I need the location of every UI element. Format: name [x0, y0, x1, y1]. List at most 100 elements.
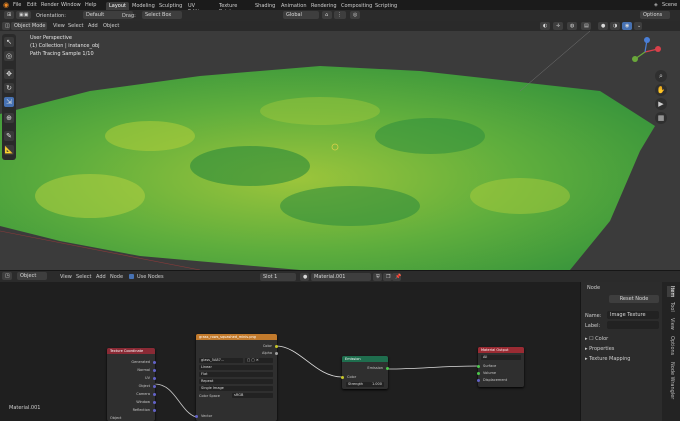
reset-node-button[interactable]: Reset Node	[609, 295, 659, 303]
extension-dropdown[interactable]: Repeat	[199, 379, 273, 384]
socket[interactable]	[195, 415, 198, 418]
socket[interactable]	[477, 379, 480, 382]
socket[interactable]	[153, 401, 156, 404]
tab-uv-editing[interactable]: UV Editing	[185, 2, 208, 15]
blender-logo-icon[interactable]: ◉	[3, 1, 9, 9]
tab-options[interactable]: Options	[667, 336, 675, 355]
tab-rendering[interactable]: Rendering	[308, 2, 340, 10]
snap-target-dropdown[interactable]: ⋮	[334, 11, 346, 19]
viewport-menu-select[interactable]: Select	[68, 23, 83, 29]
use-nodes-checkbox[interactable]	[129, 274, 134, 279]
tab-scripting[interactable]: Scripting	[372, 2, 400, 10]
drag-dropdown[interactable]: Select Box	[142, 11, 182, 19]
cursor-tool-icon[interactable]: ◎	[4, 51, 14, 61]
node-editor-type-icon[interactable]: ◳	[2, 272, 12, 280]
tab-animation[interactable]: Animation	[278, 2, 310, 10]
gizmo-icon[interactable]: ✛	[553, 22, 563, 30]
image-buttons[interactable]: ▢ ▢ ✕	[245, 358, 273, 363]
image-name-field[interactable]: glass_5A87...	[199, 358, 243, 363]
output-target-dropdown[interactable]: All	[481, 355, 521, 360]
socket[interactable]	[153, 409, 156, 412]
ortho-grid-icon[interactable]: ▦	[655, 112, 667, 124]
overlay-icon[interactable]: ◍	[567, 22, 577, 30]
tab-layout[interactable]: Layout	[106, 2, 129, 10]
node-menu-node[interactable]: Node	[110, 274, 123, 280]
material-output-node[interactable]: Material Output All Surface Volume Displ…	[477, 347, 524, 387]
menu-render[interactable]: Render	[41, 2, 59, 8]
move-tool-icon[interactable]: ✥	[4, 69, 14, 79]
socket[interactable]	[153, 377, 156, 380]
tab-modeling[interactable]: Modeling	[129, 2, 158, 10]
node-label-field[interactable]	[607, 321, 659, 329]
texture-mapping-section-header[interactable]: ▸ Texture Mapping	[585, 356, 630, 362]
transform-orientation-dropdown[interactable]: Global	[283, 11, 319, 19]
proportional-edit-toggle[interactable]: ◎	[350, 11, 360, 19]
transform-tool-icon[interactable]: ⊕	[4, 113, 14, 123]
node-menu-select[interactable]: Select	[76, 274, 91, 280]
tab-sculpting[interactable]: Sculpting	[156, 2, 185, 10]
measure-tool-icon[interactable]: 📐	[4, 145, 14, 155]
socket[interactable]	[477, 372, 480, 375]
zoom-icon[interactable]: ⌕	[655, 70, 667, 82]
new-material-icon[interactable]: ❐	[383, 273, 392, 281]
socket[interactable]	[477, 365, 480, 368]
texture-coordinate-node[interactable]: Texture Coordinate Generated Normal UV O…	[107, 348, 156, 421]
visibility-icon[interactable]: ◐	[540, 22, 550, 30]
node-editor-canvas[interactable]: Texture Coordinate Generated Normal UV O…	[0, 282, 580, 421]
material-browse-icon[interactable]: ●	[300, 273, 309, 281]
shading-rendered-icon[interactable]: ◉	[622, 22, 632, 30]
editor-type-icon[interactable]: ◫	[2, 22, 10, 30]
scale-tool-icon[interactable]: ⇲	[4, 97, 14, 107]
xray-icon[interactable]: ▤	[581, 22, 591, 30]
options-dropdown[interactable]: Options	[640, 11, 670, 19]
strength-field[interactable]: Strength 1.000	[346, 382, 384, 387]
viewport-menu-add[interactable]: Add	[88, 23, 98, 29]
snap-toggle[interactable]: ⌂	[322, 11, 332, 19]
material-name-field[interactable]: Material.001	[311, 273, 371, 281]
annotate-tool-icon[interactable]: ✎	[4, 131, 14, 141]
transform-pivot-icon[interactable]: ⊞	[4, 11, 14, 19]
object-mode-dropdown[interactable]: Object Mode	[11, 22, 47, 30]
tab-node-wrangler[interactable]: Node Wrangler	[667, 362, 675, 399]
select-mode-icon[interactable]: ▣▣	[16, 11, 31, 19]
navigation-gizmo[interactable]	[625, 37, 665, 67]
viewport-menu-object[interactable]: Object	[103, 23, 119, 29]
shading-solid-icon[interactable]: ●	[598, 22, 608, 30]
camera-view-icon[interactable]: ▶	[655, 98, 667, 110]
node-section-header[interactable]: Node	[587, 285, 600, 291]
color-section-header[interactable]: ▸ ☐ Color	[585, 336, 608, 342]
interpolation-dropdown[interactable]: Linear	[199, 365, 273, 370]
rotate-tool-icon[interactable]: ↻	[4, 83, 14, 93]
shader-type-dropdown[interactable]: Object	[17, 272, 47, 280]
tab-texture-paint[interactable]: Texture Paint	[216, 2, 240, 15]
menu-window[interactable]: Window	[61, 2, 81, 8]
socket[interactable]	[153, 393, 156, 396]
socket[interactable]	[153, 369, 156, 372]
node-menu-add[interactable]: Add	[96, 274, 106, 280]
socket[interactable]	[386, 367, 389, 370]
tab-view[interactable]: View	[667, 318, 675, 330]
tab-shading[interactable]: Shading	[252, 2, 278, 10]
shading-material-icon[interactable]: ◑	[610, 22, 620, 30]
pan-hand-icon[interactable]: ✋	[655, 84, 667, 96]
menu-file[interactable]: File	[13, 2, 21, 8]
color-space-dropdown[interactable]: sRGB	[232, 393, 273, 398]
tab-item[interactable]: Item	[667, 286, 675, 298]
image-texture-node[interactable]: grass_rows_squashed_minis.png Color Alph…	[195, 334, 278, 421]
source-dropdown[interactable]: Single Image	[199, 386, 273, 391]
node-name-field[interactable]: Image Texture	[607, 311, 659, 319]
tab-tool[interactable]: Tool	[667, 302, 675, 312]
properties-section-header[interactable]: ▸ Properties	[585, 346, 614, 352]
node-menu-view[interactable]: View	[60, 274, 72, 280]
scene-name[interactable]: Scene	[662, 2, 677, 8]
slot-dropdown[interactable]: Slot 1	[260, 273, 296, 281]
3d-viewport[interactable]: User Perspective (1) Collection | instan…	[0, 31, 680, 270]
select-cursor-icon[interactable]: ↖	[4, 37, 14, 47]
socket[interactable]	[153, 385, 156, 388]
pin-icon[interactable]: 📌	[392, 273, 401, 281]
shading-options-icon[interactable]: ⌄	[634, 22, 642, 30]
socket[interactable]	[275, 352, 278, 355]
viewport-menu-view[interactable]: View	[53, 23, 65, 29]
socket[interactable]	[275, 345, 278, 348]
menu-help[interactable]: Help	[85, 2, 96, 8]
